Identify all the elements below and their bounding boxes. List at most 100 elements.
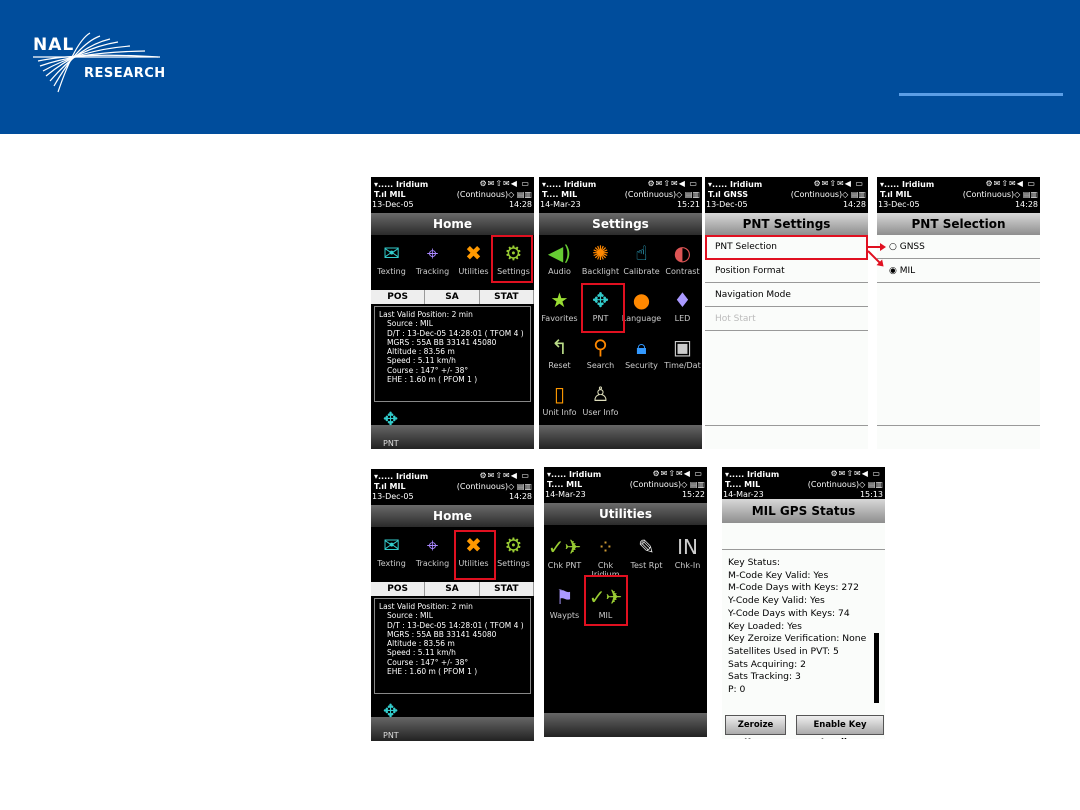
app-label: Chk-In — [674, 561, 701, 570]
last-valid-position: Last Valid Position: 2 min — [379, 310, 473, 319]
chk-pnt-icon: ✓✈ — [547, 535, 582, 559]
tab-pos[interactable]: POS — [371, 290, 426, 304]
envelope-icon: ✉ — [383, 241, 400, 265]
pnt-compass-icon[interactable]: ✥ — [383, 701, 398, 722]
app-time-dat[interactable]: ▣ Time/Dat — [662, 333, 702, 370]
screen-title: Settings — [539, 213, 702, 235]
tab-stat[interactable]: STAT — [480, 582, 534, 596]
pos-altitude: Altitude : 83.56 m — [387, 639, 455, 649]
chk-in-icon: IN — [677, 535, 698, 559]
contrast-icon: ◐ — [673, 241, 692, 265]
mil-status-line: Satellites Used in PVT: 5 — [728, 645, 839, 657]
app-chk-pnt[interactable]: ✓✈ Chk PNT — [544, 533, 585, 570]
app-label: Backlight — [581, 267, 620, 276]
menu-navigation-mode[interactable]: Navigation Mode — [705, 283, 868, 307]
status-date: 14-Mar-23 — [545, 490, 586, 499]
pnt-shortcut-label[interactable]: PNT — [383, 731, 399, 740]
app-favorites[interactable]: ★ Favorites — [539, 286, 580, 323]
mil-status-line: Sats Acquiring: 2 — [728, 658, 806, 670]
app-label: LED — [674, 314, 691, 323]
pnt-compass-icon[interactable]: ✥ — [383, 409, 398, 430]
pos-speed: Speed : 5.11 km/h — [387, 356, 456, 366]
app-security[interactable]: 🔒︎ Security — [621, 333, 662, 370]
app-unit-info[interactable]: ▯ Unit Info — [539, 380, 580, 417]
app-reset[interactable]: ↰ Reset — [539, 333, 580, 370]
app-search[interactable]: ⚲ Search — [580, 333, 621, 370]
app-chk-in[interactable]: IN Chk-In — [667, 533, 707, 570]
status-bar: ▾..... Iridium T.ıl MIL 13-Dec-05 ⚙✉⇧✉◀ … — [371, 469, 534, 505]
pos-mgrs: MGRS : 55A BB 33141 45080 — [387, 629, 497, 639]
status-date: 13-Dec-05 — [878, 200, 920, 209]
envelope-icon: ✉ — [383, 533, 400, 557]
tab-sa[interactable]: SA — [425, 582, 480, 596]
security-icon: 🔒︎ — [636, 335, 647, 359]
tracking-mode: (Continuous)◇ ▤▥ — [629, 480, 705, 489]
network-iridium: ▾..... Iridium — [880, 180, 935, 189]
status-time: 14:28 — [508, 492, 532, 501]
status-bar: ▾..... Iridium T.... MIL 14-Mar-23 ⚙✉⇧✉◀… — [722, 467, 885, 503]
app-texting[interactable]: ✉ Texting — [371, 239, 412, 276]
status-icons: ⚙✉⇧✉◀ ▭ — [647, 179, 698, 188]
mil-status-line: Sats Tracking: 3 — [728, 671, 801, 683]
radio-gnss[interactable]: ○ GNSS — [877, 235, 1040, 259]
tracking-mode: (Continuous)◇ ▤▥ — [624, 190, 700, 199]
app-label: Time/Dat — [664, 361, 701, 370]
app-chk-iridium[interactable]: ⁘ Chk Iridium — [585, 533, 626, 579]
highlight-utilities — [454, 530, 496, 580]
app-texting[interactable]: ✉ Texting — [371, 531, 412, 568]
app-language[interactable]: ● Language — [621, 286, 662, 323]
pos-ehe: EHE : 1.60 m ( PFOM 1 ) — [387, 375, 478, 385]
pnt-shortcut-label[interactable]: PNT — [383, 439, 399, 448]
status-bar: ▾..... Iridium T.... MIL 14-Mar-23 ⚙✉⇧✉◀… — [544, 467, 707, 503]
chk-iridium-icon: ⁘ — [597, 535, 614, 559]
app-label: Search — [586, 361, 615, 370]
screen-home-settings: ▾..... Iridium T.ıl MIL 13-Dec-05 ⚙✉⇧✉◀ … — [371, 177, 534, 449]
screen-title: MIL GPS Status — [722, 499, 885, 523]
tab-stat[interactable]: STAT — [480, 290, 534, 304]
app-contrast[interactable]: ◐ Contrast — [662, 239, 702, 276]
app-settings[interactable]: ⚙ Settings — [493, 531, 534, 568]
calibrate-icon: ☝ — [635, 241, 648, 265]
app-utilities[interactable]: ✖ Utilities — [453, 239, 494, 276]
app-waypts[interactable]: ⚑ Waypts — [544, 583, 585, 620]
network-iridium: ▾..... Iridium — [725, 470, 780, 479]
tab-pos[interactable]: POS — [371, 582, 426, 596]
tab-sa[interactable]: SA — [425, 290, 480, 304]
network-iridium: ▾..... Iridium — [708, 180, 763, 189]
tools-icon: ✖ — [465, 241, 482, 265]
screen-settings: ▾..... Iridium T.... MIL 14-Mar-23 ⚙✉⇧✉◀… — [539, 177, 702, 449]
logo-research: RESEARCH — [84, 66, 166, 81]
scrollbar[interactable] — [874, 633, 879, 703]
mil-status-panel: Key Status: M-Code Key Valid: Yes M-Code D… — [722, 553, 885, 707]
user-info-icon: ♙ — [591, 382, 610, 406]
app-backlight[interactable]: ✺ Backlight — [580, 239, 621, 276]
app-label: User Info — [582, 408, 619, 417]
pnt-selection-list: ○ GNSS ◉ MIL — [877, 235, 1040, 449]
app-test-rpt[interactable]: ✎ Test Rpt — [626, 533, 667, 570]
app-calibrate[interactable]: ☝ Calibrate — [621, 239, 662, 276]
mil-status-line: M-Code Days with Keys: 272 — [728, 582, 859, 594]
menu-position-format[interactable]: Position Format — [705, 259, 868, 283]
zeroize-keys-button[interactable]: Zeroize Keys — [725, 715, 786, 739]
app-led[interactable]: ♦ LED — [662, 286, 702, 323]
app-label: Favorites — [541, 314, 578, 323]
enable-key-loading-button[interactable]: Enable Key Loading — [796, 715, 884, 739]
app-tracking[interactable]: ⌖ Tracking — [412, 239, 453, 276]
status-date: 13-Dec-05 — [372, 200, 414, 209]
app-tracking[interactable]: ⌖ Tracking — [412, 531, 453, 568]
mil-status-line: Y-Code Days with Keys: 74 — [728, 607, 850, 619]
app-user-info[interactable]: ♙ User Info — [580, 380, 621, 417]
screen-mil-gps-status: ▾..... Iridium T.... MIL 14-Mar-23 ⚙✉⇧✉◀… — [722, 467, 885, 739]
radio-mil[interactable]: ◉ MIL — [877, 259, 1040, 283]
app-label: Calibrate — [623, 267, 660, 276]
mil-status-line: Key Status: — [728, 557, 780, 568]
app-label: Chk PNT — [547, 561, 582, 570]
pos-mgrs: MGRS : 55A BB 33141 45080 — [387, 337, 497, 347]
app-audio[interactable]: ◀) Audio — [539, 239, 580, 276]
time-dat-icon: ▣ — [673, 335, 692, 359]
mil-status-line: Key Zeroize Verification: None — [728, 633, 867, 645]
app-label: Reset — [548, 361, 571, 370]
home-tabs: POS SA STAT — [371, 290, 534, 304]
status-time: 14:28 — [842, 200, 866, 209]
status-date: 13-Dec-05 — [372, 492, 414, 501]
